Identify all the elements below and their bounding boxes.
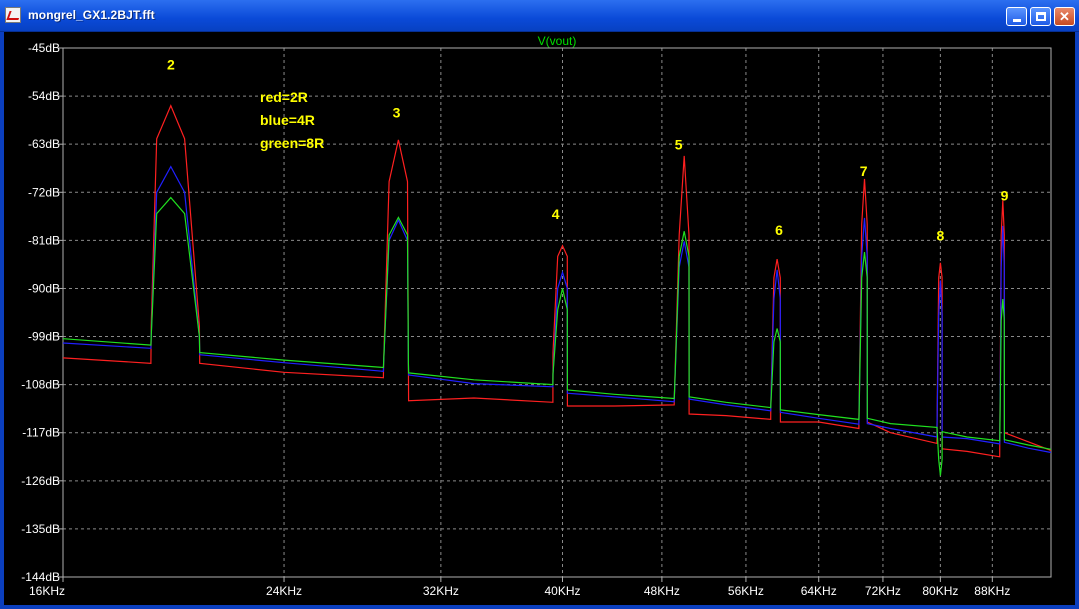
series-red-line <box>62 104 1052 458</box>
y-tick-label: -126dB <box>21 474 60 488</box>
x-tick-label: 72KHz <box>865 584 901 598</box>
legend-annotation: red=2R <box>260 89 308 105</box>
y-tick-label: -54dB <box>28 89 60 103</box>
series-layer <box>62 104 1052 476</box>
plot-area[interactable]: -45dB -54dB -63dB -72dB -81dB -90dB -99dB -108d… <box>4 32 1075 605</box>
close-icon: ✕ <box>1059 8 1070 24</box>
trace-title[interactable]: V(vout) <box>538 34 577 48</box>
harmonic-label: 5 <box>675 137 683 153</box>
y-tick-label: -108dB <box>21 378 60 392</box>
fft-window: mongrel_GX1.2BJT.fft ✕ -45dB -54dB -63dB -7… <box>0 0 1079 609</box>
x-tick-label: 80KHz <box>922 584 958 598</box>
harmonic-label: 7 <box>860 163 868 179</box>
minimize-button[interactable] <box>1006 7 1027 26</box>
window-title: mongrel_GX1.2BJT.fft <box>28 8 155 22</box>
fft-chart[interactable]: -45dB -54dB -63dB -72dB -81dB -90dB -99dB -108d… <box>4 32 1075 605</box>
maximize-icon <box>1035 12 1046 21</box>
x-tick-label: 16KHz <box>29 584 65 598</box>
x-tick-label: 48KHz <box>644 584 680 598</box>
close-button[interactable]: ✕ <box>1054 7 1075 26</box>
harmonic-label: 8 <box>936 227 944 243</box>
y-tick-label: -45dB <box>28 41 60 55</box>
legend-annotation: green=8R <box>260 135 324 151</box>
x-tick-label: 88KHz <box>974 584 1010 598</box>
y-tick-label: -135dB <box>21 522 60 536</box>
maximize-button[interactable] <box>1030 7 1051 26</box>
legend-annotation: blue=4R <box>260 112 315 128</box>
y-tick-label: -99dB <box>28 330 60 344</box>
axis-layer: -45dB -54dB -63dB -72dB -81dB -90dB -99dB -108d… <box>21 41 1052 598</box>
waveform-app-icon[interactable] <box>5 7 22 23</box>
harmonic-label: 2 <box>167 56 175 72</box>
x-tick-label: 32KHz <box>423 584 459 598</box>
annotation-layer: 2 3 4 5 6 7 8 9 red=2R blue=4R green=8R <box>167 56 1009 243</box>
harmonic-label: 9 <box>1001 187 1009 203</box>
x-tick-label: 64KHz <box>801 584 837 598</box>
y-tick-label: -117dB <box>22 426 60 440</box>
y-tick-label: -90dB <box>28 281 60 295</box>
harmonic-label: 6 <box>775 222 783 238</box>
title-bar[interactable]: mongrel_GX1.2BJT.fft ✕ <box>0 0 1079 32</box>
harmonic-label: 4 <box>552 206 560 222</box>
minimize-icon <box>1012 19 1021 22</box>
y-tick-label: -72dB <box>28 185 60 199</box>
x-tick-label: 56KHz <box>728 584 764 598</box>
y-tick-label: -63dB <box>28 137 60 151</box>
y-tick-label: -144dB <box>21 570 60 584</box>
y-tick-label: -81dB <box>28 233 60 247</box>
x-tick-label: 40KHz <box>544 584 580 598</box>
x-tick-label: 24KHz <box>266 584 302 598</box>
harmonic-label: 3 <box>393 104 401 120</box>
